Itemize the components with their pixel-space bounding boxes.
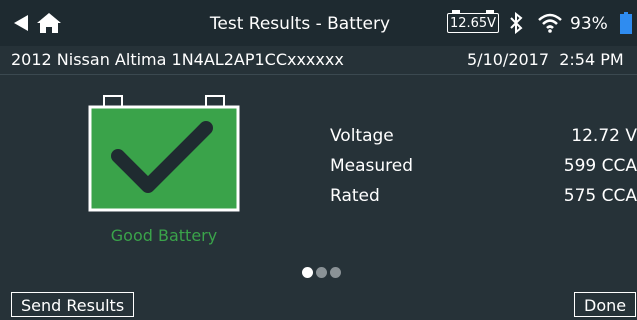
bluetooth-icon — [510, 12, 523, 34]
battery-status-label: Good Battery — [110, 226, 218, 245]
page-dot[interactable] — [330, 267, 341, 278]
test-datetime: 5/10/2017 2:54 PM — [467, 50, 624, 69]
rated-label: Rated — [330, 186, 380, 206]
divider — [0, 74, 637, 75]
test-time: 2:54 PM — [559, 50, 624, 69]
good-battery-icon — [88, 95, 240, 212]
wifi-icon — [538, 13, 562, 33]
vehicle-info-row: 2012 Nissan Altima 1N4AL2AP1CCxxxxxx 5/1… — [0, 46, 637, 74]
voltage-value: 12.72 V — [571, 126, 637, 146]
measured-value: 599 CCA — [563, 156, 637, 176]
battery-icon — [620, 12, 632, 34]
top-bar: Test Results - Battery 12.65V 93% — [0, 0, 637, 46]
done-button[interactable]: Done — [574, 292, 637, 317]
page-title: Test Results - Battery — [209, 14, 391, 34]
vehicle-description: 2012 Nissan Altima 1N4AL2AP1CCxxxxxx — [11, 50, 344, 69]
send-results-button[interactable]: Send Results — [11, 292, 135, 317]
page-indicator[interactable] — [302, 263, 344, 278]
voltage-label: Voltage — [330, 126, 394, 146]
battery-percent: 93% — [570, 14, 608, 34]
rated-value: 575 CCA — [563, 186, 637, 206]
back-arrow-icon[interactable] — [12, 14, 30, 32]
tester-voltage-badge: 12.65V — [447, 10, 499, 33]
page-dot[interactable] — [316, 267, 327, 278]
measured-label: Measured — [330, 156, 414, 176]
test-date: 5/10/2017 — [467, 50, 550, 69]
home-icon[interactable] — [36, 12, 62, 34]
page-dot[interactable] — [302, 267, 313, 278]
